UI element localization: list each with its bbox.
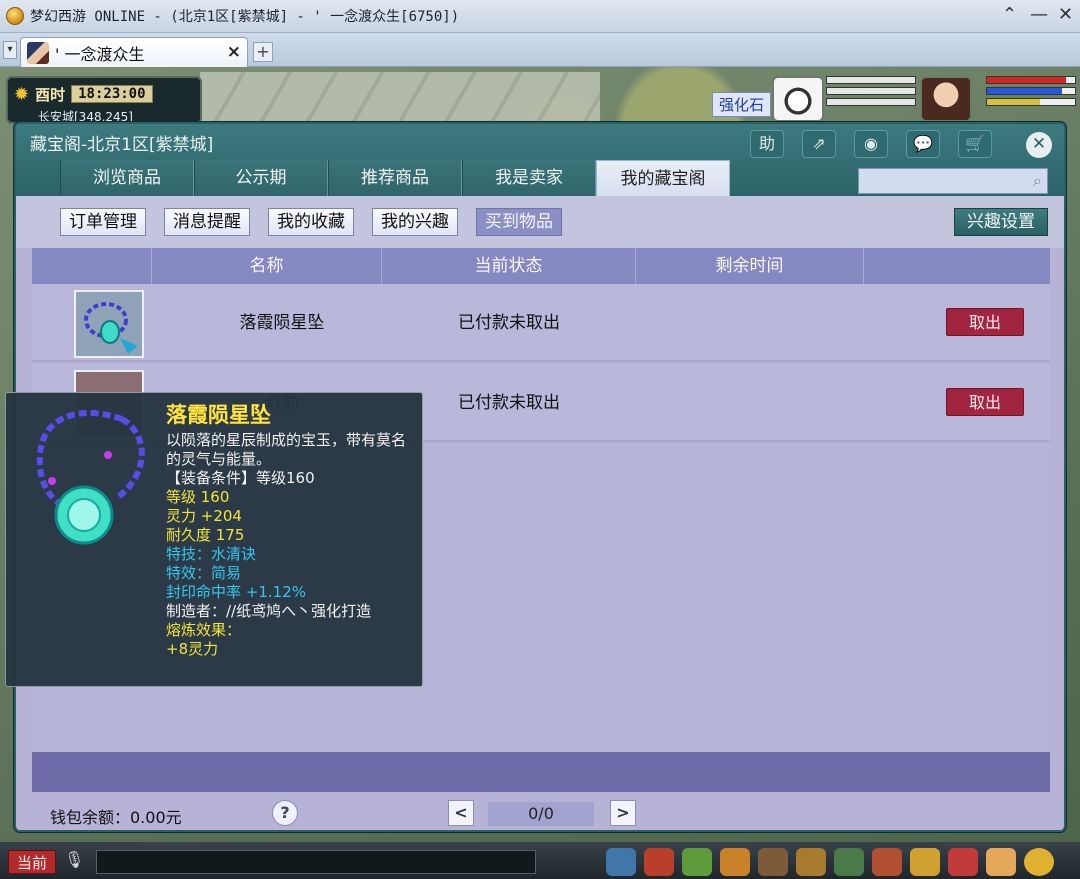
search-icon[interactable]: ⌕ [1033, 171, 1042, 191]
search-input[interactable]: ⌕ [858, 168, 1048, 194]
column-header-icon [32, 248, 152, 284]
give-icon[interactable] [682, 848, 712, 876]
chat-channel-button[interactable]: 当前 [8, 850, 56, 874]
npc-name-label[interactable]: 强化石 [712, 92, 772, 117]
microphone-icon[interactable]: 🎙 [64, 850, 84, 874]
tooltip-seal: 封印命中率 +1.12% [166, 583, 306, 601]
new-tab-button[interactable]: + [253, 42, 273, 62]
team-icon[interactable] [758, 848, 788, 876]
my-favorites-button[interactable]: 我的收藏 [268, 208, 354, 236]
message-reminder-button[interactable]: 消息提醒 [164, 208, 250, 236]
tab-menu-icon[interactable]: ▾ [3, 41, 17, 59]
tooltip-durability: 耐久度 175 [166, 526, 245, 544]
pet-icon[interactable] [796, 848, 826, 876]
column-header-name: 名称 [152, 248, 382, 284]
chat-input[interactable] [96, 850, 536, 874]
sub-toolbar: 订单管理 消息提醒 我的收藏 我的兴趣 买到物品 兴趣设置 [16, 196, 1064, 248]
next-page-button[interactable]: > [610, 800, 636, 826]
share-icon[interactable]: ⇗ [802, 130, 836, 158]
mall-icon[interactable] [986, 848, 1016, 876]
tooltip-effect: 特效：简易 [166, 564, 242, 582]
window-controls: ⌃ — ✕ [1002, 4, 1073, 25]
help-button[interactable]: ? [272, 800, 298, 826]
table-header: 名称 当前状态 剩余时间 [32, 248, 1050, 284]
friends-icon[interactable] [910, 848, 940, 876]
collapse-icon[interactable]: ⌃ [1002, 4, 1017, 25]
tooltip-level: 等级 160 [166, 488, 230, 506]
pet-status-bars [826, 76, 916, 122]
tab-browse[interactable]: 浏览商品 [60, 160, 194, 196]
tab-public-period[interactable]: 公示期 [194, 160, 328, 196]
main-tabs: 浏览商品 公示期 推荐商品 我是卖家 我的藏宝阁 [60, 160, 730, 196]
help-assistant-icon[interactable]: 助 [750, 130, 784, 158]
emote-icon[interactable] [1024, 848, 1054, 876]
chat-icon[interactable]: 💬 [906, 130, 940, 158]
trade-icon[interactable] [720, 848, 750, 876]
tooltip-refine-label: 熔炼效果： [166, 621, 242, 639]
tooltip-requirement: 【装备条件】等级160 [166, 469, 315, 487]
tab-seller[interactable]: 我是卖家 [462, 160, 596, 196]
table-footer [32, 752, 1050, 792]
tab-my-pavilion[interactable]: 我的藏宝阁 [596, 160, 730, 196]
prev-page-button[interactable]: < [448, 800, 474, 826]
items-icon[interactable] [644, 848, 674, 876]
cart-icon[interactable]: 🛒 [958, 130, 992, 158]
tooltip-item-name: 落霞陨星坠 [166, 403, 271, 427]
gear-icon[interactable]: ✹ [14, 84, 29, 105]
character-avatar-icon [27, 41, 49, 64]
purchased-items-button[interactable]: 买到物品 [476, 208, 562, 236]
panel-close-button[interactable]: ✕ [1026, 132, 1052, 158]
tooltip-skill: 特技：水清诀 [166, 545, 257, 563]
bottom-hud: 当前 🎙 [0, 842, 1080, 879]
pendant-icon [76, 292, 142, 356]
tooltip-description: 以陨落的星辰制成的宝玉，带有莫名的灵气与能量。 [166, 431, 407, 468]
scene-stone-path [200, 72, 600, 127]
item-thumbnail[interactable] [74, 290, 144, 358]
page-indicator: 0/0 [488, 802, 594, 826]
attack-icon[interactable] [606, 848, 636, 876]
pet-avatar[interactable] [772, 76, 824, 122]
close-window-icon[interactable]: ✕ [1058, 4, 1073, 25]
activity-icon[interactable] [948, 848, 978, 876]
tab-bar: ▾ ' 一念渡众生 × + [0, 33, 1080, 67]
tab-close-icon[interactable]: × [227, 42, 241, 62]
tooltip-maker: 制造者：//纸鸢鸠へ丶强化打造 [166, 602, 372, 620]
player-status-bars [986, 76, 1076, 122]
interest-settings-button[interactable]: 兴趣设置 [954, 208, 1048, 236]
tooltip-spirit: 灵力 +204 [166, 507, 242, 525]
column-header-status: 当前状态 [382, 248, 636, 284]
hud-period: 酉时 [35, 85, 66, 104]
tab-recommended[interactable]: 推荐商品 [328, 160, 462, 196]
item-status: 已付款未取出 [458, 313, 560, 333]
tab-label: ' 一念渡众生 [55, 44, 145, 64]
quest-icon[interactable] [834, 848, 864, 876]
wallet-balance: 钱包余额：0.00元 [50, 808, 182, 827]
minimize-icon[interactable]: — [1030, 4, 1048, 25]
take-out-button[interactable]: 取出 [946, 388, 1024, 416]
item-name: 落霞陨星坠 [239, 313, 325, 333]
hud-clock-panel: ✹ 酉时 18:23:00 长安城[348,245] [6, 76, 202, 124]
window-title: 梦幻西游 ONLINE - (北京1区[紫禁城] - ' 一念渡众生[6750]… [30, 9, 460, 25]
tab-character[interactable]: ' 一念渡众生 × [20, 37, 248, 67]
column-header-action [864, 248, 1050, 284]
pendant-icon [36, 410, 145, 545]
hud-time: 18:23:00 [71, 85, 153, 103]
panel-header: 藏宝阁-北京1区[紫禁城] 助 ⇗ ◉ 💬 🛒 ✕ 浏览商品 公示期 推荐商品 … [16, 124, 1064, 196]
order-management-button[interactable]: 订单管理 [60, 208, 146, 236]
panel-title: 藏宝阁-北京1区[紫禁城] [30, 135, 214, 155]
take-out-button[interactable]: 取出 [946, 308, 1024, 336]
column-header-remaining: 剩余时间 [636, 248, 864, 284]
player-avatar[interactable] [920, 76, 972, 122]
table-row: 落霞陨星坠 已付款未取出 取出 [32, 284, 1050, 362]
tooltip-refine-value: +8灵力 [166, 640, 219, 658]
item-tooltip: 落霞陨星坠 以陨落的星辰制成的宝玉，带有莫名的灵气与能量。 【装备条件】等级16… [5, 392, 423, 687]
app-logo-icon [6, 7, 24, 25]
guild-icon[interactable] [872, 848, 902, 876]
my-interests-button[interactable]: 我的兴趣 [372, 208, 458, 236]
record-icon[interactable]: ◉ [854, 130, 888, 158]
window-titlebar: 梦幻西游 ONLINE - (北京1区[紫禁城] - ' 一念渡众生[6750]… [0, 0, 1080, 33]
